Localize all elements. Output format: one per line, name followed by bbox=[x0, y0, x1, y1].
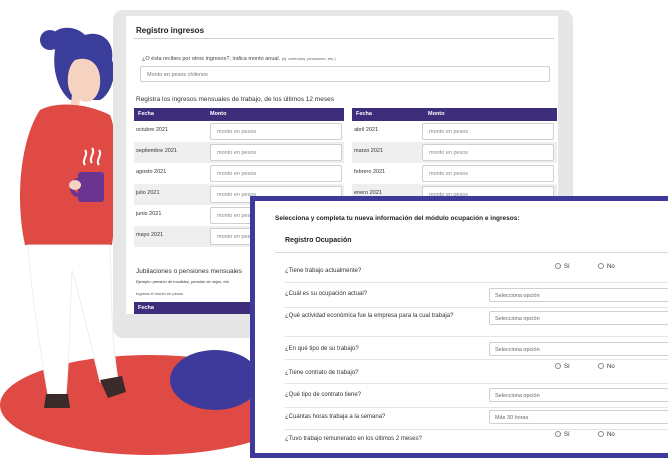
col-monto: Monto bbox=[428, 111, 445, 117]
amount-input[interactable]: monto en pesos bbox=[422, 123, 554, 140]
radio-circle-icon bbox=[598, 431, 604, 437]
col-monto: Monto bbox=[210, 111, 227, 117]
pensions-example: Ejemplo: pensión de invalidez, pensión d… bbox=[136, 279, 230, 284]
amount-input[interactable]: monto en pesos bbox=[422, 165, 554, 182]
table-header: Fecha Monto bbox=[352, 108, 557, 121]
table-row: septiembre 2021 monto en pesos bbox=[134, 142, 344, 163]
row-month: abril 2021 bbox=[354, 127, 379, 133]
question-row: ¿Cuál es su ocupación actual? Selecciona… bbox=[255, 285, 668, 308]
radio-no-label: No bbox=[607, 432, 615, 438]
amount-input[interactable]: monto en pesos bbox=[210, 123, 342, 140]
row-month: octubre 2021 bbox=[136, 127, 169, 133]
radio-si[interactable]: Sí bbox=[555, 431, 570, 438]
pensions-hint: Ingresa el monto en pesos bbox=[136, 291, 184, 296]
question-row: ¿Qué tipo de contrato tiene? Selecciona … bbox=[255, 385, 668, 408]
question-label: ¿Tuvo trabajo remunerado en los últimos … bbox=[285, 436, 422, 442]
occupation-select[interactable]: Selecciona opción bbox=[489, 288, 668, 302]
hours-select[interactable]: Más 30 horas bbox=[489, 410, 668, 424]
question-text: ¿O ésta recibes por otros ingresos?, ind… bbox=[142, 56, 281, 62]
question-row: ¿Qué actividad económica fue la empresa … bbox=[255, 309, 668, 337]
radio-circle-icon bbox=[555, 363, 561, 369]
amount-input[interactable]: monto en pesos bbox=[210, 165, 342, 182]
row-divider bbox=[285, 282, 668, 283]
radio-si[interactable]: Sí bbox=[555, 263, 570, 270]
table-row: marzo 2021 monto en pesos bbox=[352, 142, 557, 163]
question-label: ¿Tiene trabajo actualmente? bbox=[285, 268, 362, 274]
radio-no-label: No bbox=[607, 264, 615, 270]
activity-select[interactable]: Selecciona opción bbox=[489, 311, 668, 325]
work-type-select[interactable]: Selecciona opción bbox=[489, 342, 668, 356]
table-row: abril 2021 monto en pesos bbox=[352, 121, 557, 142]
radio-circle-icon bbox=[555, 431, 561, 437]
question-label: ¿Tiene contrato de trabajo? bbox=[285, 370, 359, 376]
annual-amount-input[interactable]: Monto en pesos chilenos bbox=[140, 66, 550, 82]
question-row: ¿Tiene contrato de trabajo? Sí No bbox=[255, 361, 668, 384]
contract-type-select[interactable]: Selecciona opción bbox=[489, 388, 668, 402]
question-label: ¿En qué tipo de su trabajo? bbox=[285, 346, 359, 352]
col-fecha: Fecha bbox=[356, 111, 372, 117]
table-row: febrero 2021 monto en pesos bbox=[352, 163, 557, 184]
radio-no[interactable]: No bbox=[598, 263, 615, 270]
question-row: ¿En qué tipo de su trabajo? Selecciona o… bbox=[255, 339, 668, 360]
mug-icon bbox=[78, 172, 104, 202]
row-divider bbox=[285, 359, 668, 360]
radio-si-label: Sí bbox=[564, 364, 570, 370]
row-month: agosto 2021 bbox=[136, 169, 167, 175]
occupation-form-title: Selecciona y completa tu nueva informaci… bbox=[275, 215, 520, 222]
amount-input[interactable]: monto en pesos bbox=[422, 144, 554, 161]
question-row: ¿Tuvo trabajo remunerado en los últimos … bbox=[255, 429, 668, 451]
question-row: ¿Cuántas horas trabaja a la semana? Más … bbox=[255, 407, 668, 430]
radio-circle-icon bbox=[598, 263, 604, 269]
row-month: febrero 2021 bbox=[354, 169, 386, 175]
col-fecha: Fecha bbox=[138, 305, 154, 311]
row-divider bbox=[285, 307, 668, 308]
row-divider bbox=[285, 383, 668, 384]
question-label: ¿Cuál es su ocupación actual? bbox=[285, 291, 368, 297]
row-month: marzo 2021 bbox=[354, 148, 384, 154]
row-divider bbox=[285, 336, 668, 337]
income-form-title: Registro ingresos bbox=[136, 26, 205, 35]
radio-si[interactable]: Sí bbox=[555, 363, 570, 370]
occupation-form-card: Selecciona y completa tu nueva informaci… bbox=[250, 196, 668, 458]
question-label: ¿Qué tipo de contrato tiene? bbox=[285, 392, 362, 398]
table-header: Fecha Monto bbox=[134, 108, 344, 121]
amount-input[interactable]: monto en pesos bbox=[210, 144, 342, 161]
row-month: julio 2021 bbox=[136, 190, 160, 196]
dark-blob bbox=[170, 350, 260, 410]
face bbox=[67, 58, 101, 112]
monthly-income-subtitle: Registra los ingresos mensuales de traba… bbox=[136, 96, 334, 103]
question-label: ¿Qué actividad económica fue la empresa … bbox=[285, 313, 454, 319]
radio-circle-icon bbox=[555, 263, 561, 269]
radio-si-label: Sí bbox=[564, 264, 570, 270]
income-table-right: Fecha Monto abril 2021 monto en pesos marz… bbox=[352, 108, 557, 205]
table-row: octubre 2021 monto en pesos bbox=[134, 121, 344, 142]
question-label: ¿Cuántas horas trabaja a la semana? bbox=[285, 414, 386, 420]
radio-no[interactable]: No bbox=[598, 363, 615, 370]
row-month: junio 2021 bbox=[136, 211, 162, 217]
radio-no-label: No bbox=[607, 364, 615, 370]
col-fecha: Fecha bbox=[138, 111, 154, 117]
other-income-question: ¿O ésta recibes por otros ingresos?, ind… bbox=[142, 56, 336, 62]
table-row: agosto 2021 monto en pesos bbox=[134, 163, 344, 184]
question-row: ¿Tiene trabajo actualmente? Sí No bbox=[255, 263, 668, 283]
radio-si-label: Sí bbox=[564, 432, 570, 438]
radio-no[interactable]: No bbox=[598, 431, 615, 438]
radio-circle-icon bbox=[598, 363, 604, 369]
row-month: septiembre 2021 bbox=[136, 148, 177, 154]
occupation-section-title: Registro Ocupación bbox=[285, 237, 352, 244]
divider bbox=[275, 252, 668, 253]
divider bbox=[134, 38, 554, 39]
pensions-title: Jubilaciones o pensiones mensuales bbox=[136, 268, 242, 275]
question-note: (ej: arriendos, pensiones, etc.) bbox=[281, 56, 336, 61]
row-month: mayo 2021 bbox=[136, 232, 164, 238]
